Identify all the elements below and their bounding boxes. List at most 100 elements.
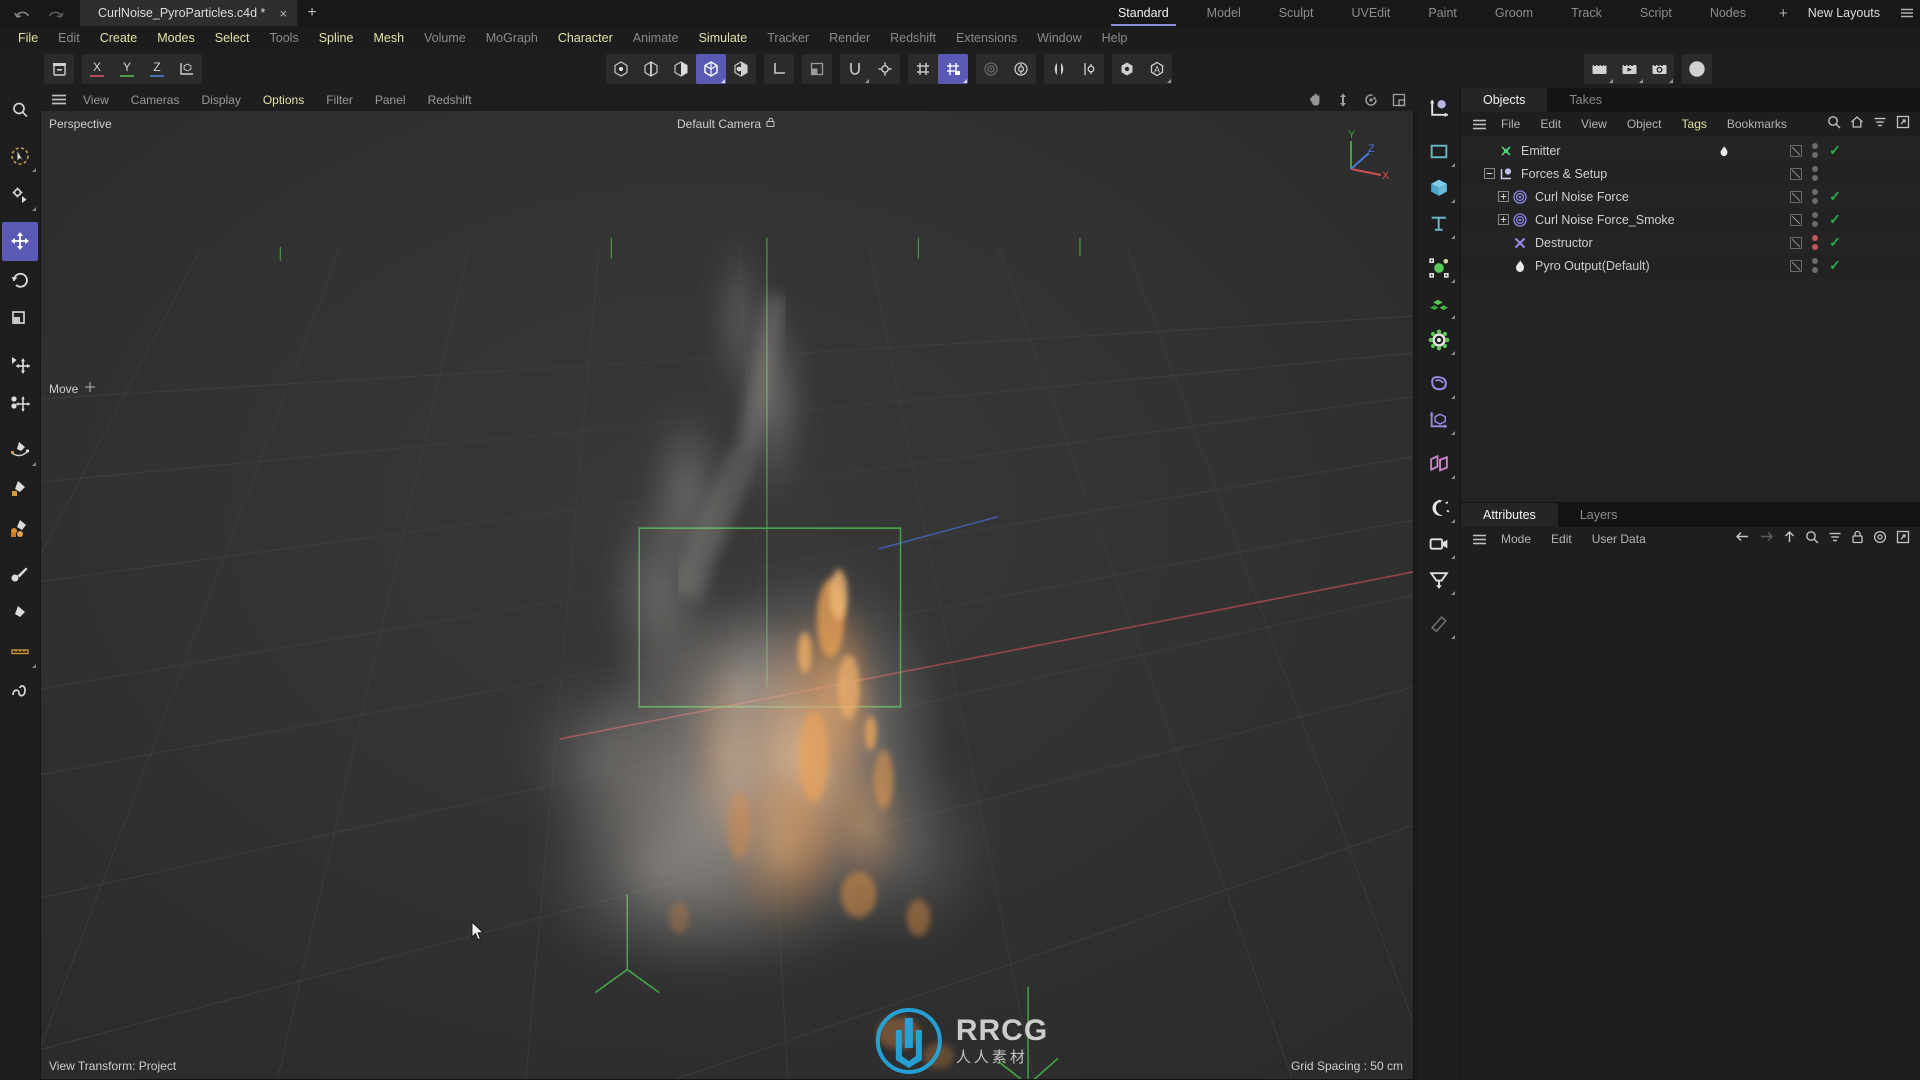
texture-mode-icon[interactable] <box>726 54 756 84</box>
workplane-lock-icon[interactable] <box>938 54 968 84</box>
xpresso-icon[interactable] <box>1420 446 1458 482</box>
menu-render[interactable]: Render <box>819 26 880 50</box>
visibility-dot[interactable] <box>1812 152 1818 158</box>
menu-file[interactable]: File <box>8 26 48 50</box>
visibility-dot[interactable] <box>1812 143 1818 149</box>
menu-create[interactable]: Create <box>90 26 148 50</box>
close-icon[interactable]: × <box>279 6 287 21</box>
symmetry-settings-icon[interactable] <box>1074 54 1104 84</box>
camera-icon[interactable] <box>1420 526 1458 562</box>
viewport-menu-redshift[interactable]: Redshift <box>417 93 483 107</box>
visibility-dot[interactable] <box>1812 198 1818 204</box>
back-arrow-icon[interactable] <box>1735 530 1750 548</box>
object-name[interactable]: Pyro Output <box>1535 259 1602 273</box>
tag-icon[interactable] <box>1790 167 1802 180</box>
object-row[interactable]: Forces & Setup <box>1461 162 1920 185</box>
viewport-menu-panel[interactable]: Panel <box>364 93 417 107</box>
visibility-dots[interactable] <box>1812 166 1818 181</box>
undo-icon[interactable] <box>14 8 32 22</box>
document-tab[interactable]: CurlNoise_PyroParticles.c4d * × <box>80 0 298 26</box>
up-arrow-icon[interactable] <box>1783 530 1796 549</box>
hamburger-icon[interactable] <box>1467 534 1491 545</box>
filter-icon[interactable] <box>1828 530 1842 549</box>
expand-icon[interactable] <box>1896 115 1910 134</box>
tag-icon[interactable] <box>1790 259 1802 272</box>
wire-tool-icon[interactable] <box>2 672 38 711</box>
polygons-mode-icon[interactable] <box>666 54 696 84</box>
object-name[interactable]: Curl Noise Force_Smoke <box>1535 213 1675 227</box>
light-icon[interactable] <box>1420 490 1458 526</box>
layout-tab-sculpt[interactable]: Sculpt <box>1260 0 1333 26</box>
model-mode-icon[interactable] <box>696 54 726 84</box>
enabled-check-icon[interactable]: ✓ <box>1828 142 1842 159</box>
menu-modes[interactable]: Modes <box>147 26 205 50</box>
visibility-dot[interactable] <box>1812 258 1818 264</box>
hamburger-icon[interactable] <box>46 94 72 105</box>
menu-tools[interactable]: Tools <box>260 26 309 50</box>
axis-gizmo[interactable]: Y X Z <box>1335 125 1391 182</box>
menu-spline[interactable]: Spline <box>309 26 364 50</box>
symmetry-icon[interactable] <box>1044 54 1074 84</box>
visibility-dot[interactable] <box>1812 212 1818 218</box>
move-tool-icon[interactable] <box>2 222 38 261</box>
filter-icon[interactable] <box>1873 115 1887 134</box>
content-browser-icon[interactable] <box>44 54 74 84</box>
om-menu-tags[interactable]: Tags <box>1672 117 1717 131</box>
add-layout-button[interactable]: + <box>1765 5 1802 22</box>
live-selection-icon[interactable] <box>2 137 38 176</box>
maximize-view-icon[interactable] <box>1386 89 1412 111</box>
attr-menu-mode[interactable]: Mode <box>1491 532 1541 546</box>
enabled-check-icon[interactable]: ✓ <box>1828 188 1842 205</box>
simulate-icon[interactable] <box>976 54 1006 84</box>
render-queue-icon[interactable] <box>1614 54 1644 84</box>
viewport-3d[interactable]: Perspective Default Camera Move View Tra… <box>40 111 1414 1080</box>
ruler-icon[interactable] <box>2 633 38 672</box>
lock-icon[interactable] <box>1851 530 1864 549</box>
axis-lock-z[interactable]: Z <box>142 54 172 84</box>
new-document-button[interactable]: + <box>297 0 327 26</box>
transfer-icon[interactable] <box>2 346 38 385</box>
visibility-dots[interactable] <box>1812 143 1818 158</box>
deformer-icon[interactable] <box>1420 250 1458 286</box>
render-region-icon[interactable]: A <box>1142 54 1172 84</box>
text-spline-icon[interactable] <box>1420 206 1458 242</box>
visibility-dots[interactable] <box>1812 189 1818 204</box>
om-menu-object[interactable]: Object <box>1617 117 1672 131</box>
menu-volume[interactable]: Volume <box>414 26 476 50</box>
viewport-menu-options[interactable]: Options <box>252 93 315 107</box>
axis-modify-icon[interactable] <box>764 54 794 84</box>
menu-character[interactable]: Character <box>548 26 623 50</box>
object-row[interactable]: Curl Noise Force ✓ <box>1461 185 1920 208</box>
visibility-dots[interactable] <box>1812 235 1818 250</box>
enable-axis-icon[interactable] <box>802 54 832 84</box>
redo-icon[interactable] <box>46 8 64 22</box>
menu-extensions[interactable]: Extensions <box>946 26 1027 50</box>
axis-lock-y[interactable]: Y <box>112 54 142 84</box>
menu-mesh[interactable]: Mesh <box>363 26 414 50</box>
edges-mode-icon[interactable] <box>636 54 666 84</box>
material-tag-icon[interactable] <box>1420 606 1458 642</box>
spline-primitive-icon[interactable] <box>1420 134 1458 170</box>
tag-icon[interactable] <box>1790 213 1802 226</box>
attr-menu-edit[interactable]: Edit <box>1541 532 1582 546</box>
brush-icon[interactable] <box>2 555 38 594</box>
object-row[interactable]: Pyro Output (Default) ✓ <box>1461 254 1920 277</box>
snap-settings-icon[interactable] <box>870 54 900 84</box>
object-row[interactable]: Destructor ✓ <box>1461 231 1920 254</box>
visibility-dot[interactable] <box>1812 221 1818 227</box>
expander-minus-icon[interactable] <box>1483 167 1496 180</box>
layout-tab-paint[interactable]: Paint <box>1409 0 1476 26</box>
pyro-flame-icon[interactable] <box>1718 145 1730 157</box>
target-icon[interactable] <box>1873 530 1887 549</box>
visibility-dots[interactable] <box>1812 258 1818 273</box>
new-layouts-button[interactable]: New Layouts <box>1802 6 1894 20</box>
field-icon[interactable] <box>1420 366 1458 402</box>
spline-pen-icon[interactable] <box>2 431 38 470</box>
camera-lock-icon[interactable] <box>766 117 777 131</box>
tab-takes[interactable]: Takes <box>1547 88 1624 112</box>
layout-tab-script[interactable]: Script <box>1621 0 1691 26</box>
magnifier-icon[interactable] <box>2 91 38 130</box>
menu-help[interactable]: Help <box>1092 26 1138 50</box>
object-name[interactable]: Emitter <box>1521 144 1561 158</box>
menu-edit[interactable]: Edit <box>48 26 90 50</box>
